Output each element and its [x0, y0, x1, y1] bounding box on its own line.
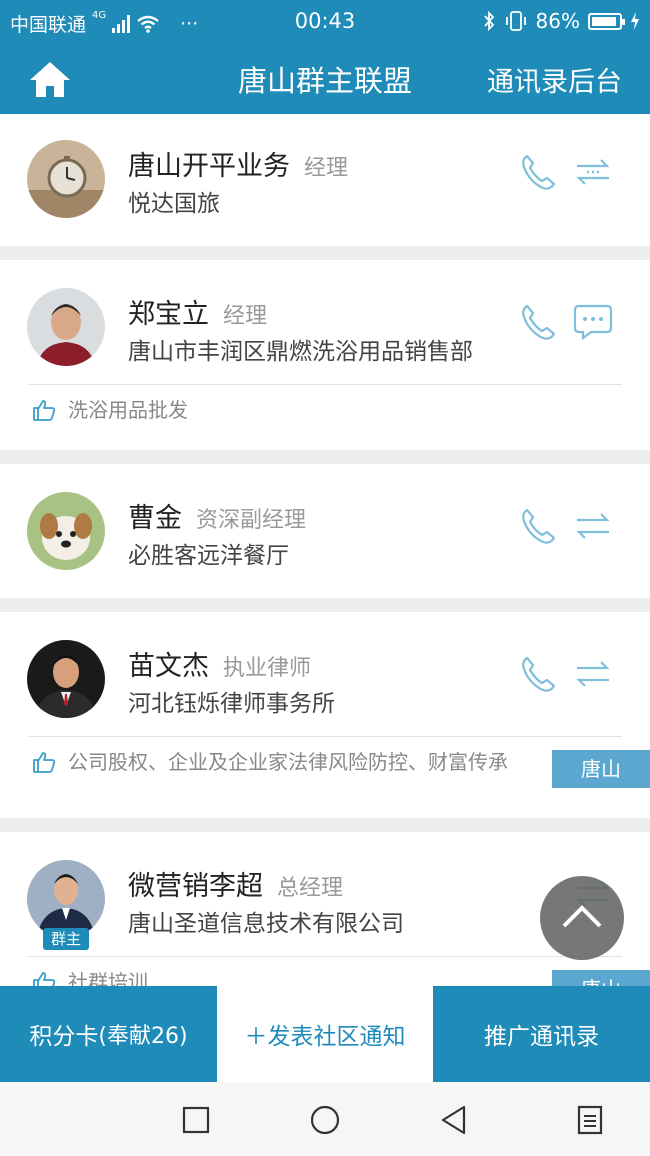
system-nav-bar [0, 1082, 650, 1156]
bottom-action-bar: 积分卡 (奉献26) ＋发表社区通知 推广通讯录 [0, 986, 650, 1082]
points-card-detail: (奉献26) [98, 1024, 188, 1049]
status-bar: 中国联通 4G ··· 00:43 86% [0, 0, 650, 44]
contact-name: 曹金 资深副经理 [128, 496, 306, 535]
contact-company: 唐山市丰润区鼎燃洗浴用品销售部 [128, 339, 473, 365]
contact-name-text: 唐山开平业务 [128, 151, 290, 182]
phone-icon[interactable] [518, 152, 558, 192]
recents-icon[interactable] [180, 1104, 212, 1136]
business-tag-text: 洗浴用品批发 [68, 398, 188, 422]
avatar [27, 492, 105, 570]
contact-name-text: 曹金 [128, 503, 182, 534]
contact-name: 郑宝立 经理 [128, 292, 267, 331]
battery-icon [588, 12, 625, 30]
phone-icon[interactable] [518, 302, 558, 342]
chevron-up-icon [562, 905, 602, 928]
contact-card[interactable]: 郑宝立 经理 唐山市丰润区鼎燃洗浴用品销售部 洗浴用品批发 [0, 260, 650, 450]
contact-name: 微营销李超 总经理 [128, 864, 343, 903]
contacts-admin-link[interactable]: 通讯录后台 [487, 60, 622, 99]
post-notice-button[interactable]: ＋发表社区通知 [217, 986, 433, 1082]
contact-name: 唐山开平业务 经理 [128, 144, 348, 183]
battery-percent: 86% [535, 9, 580, 33]
contact-company: 唐山圣道信息技术有限公司 [128, 911, 404, 937]
menu-icon[interactable] [574, 1104, 606, 1136]
bluetooth-icon [483, 11, 494, 31]
contact-role: 总经理 [277, 876, 344, 901]
chat-icon[interactable] [573, 302, 613, 342]
thumbs-up-icon [33, 972, 56, 986]
avatar [27, 860, 105, 938]
app-header: 唐山群主联盟 通讯录后台 [0, 44, 650, 114]
business-tag-text: 公司股权、企业及企业家法律风险防控、财富传承 [68, 750, 508, 774]
contact-role: 经理 [223, 304, 268, 329]
points-card-button[interactable]: 积分卡 (奉献26) [0, 986, 217, 1082]
business-tag: 洗浴用品批发 [32, 398, 543, 422]
home-nav-icon[interactable] [309, 1104, 341, 1136]
contact-card[interactable]: 曹金 资深副经理 必胜客远洋餐厅 [0, 464, 650, 598]
contact-name-text: 微营销李超 [128, 871, 263, 902]
transfer-icon[interactable] [573, 654, 613, 694]
vibrate-icon [505, 11, 526, 31]
avatar [27, 288, 105, 366]
thumbs-up-icon [33, 752, 56, 773]
divider [28, 736, 622, 737]
divider [28, 384, 622, 385]
business-tag-text: 社群培训 [68, 970, 148, 986]
contact-company: 悦达国旅 [128, 191, 220, 217]
business-tag: 社群培训 [32, 970, 543, 986]
contact-company: 河北钰烁律师事务所 [128, 691, 335, 717]
contact-name: 苗文杰 执业律师 [128, 644, 311, 683]
scroll-top-button[interactable] [540, 876, 624, 960]
back-icon[interactable] [438, 1104, 470, 1136]
city-badge: 唐山 [552, 970, 650, 986]
group-owner-badge: 群主 [43, 928, 89, 950]
points-card-label: 积分卡 [29, 1024, 99, 1050]
phone-icon[interactable] [518, 506, 558, 546]
transfer-icon[interactable] [573, 506, 613, 546]
promote-contacts-button[interactable]: 推广通讯录 [433, 986, 650, 1082]
contact-role: 执业律师 [223, 656, 312, 681]
contact-company: 必胜客远洋餐厅 [128, 543, 289, 569]
phone-icon[interactable] [518, 654, 558, 694]
transfer-icon[interactable] [573, 152, 613, 192]
thumbs-up-icon [33, 400, 56, 421]
contact-card[interactable]: 唐山开平业务 经理 悦达国旅 [0, 114, 650, 246]
contact-name-text: 郑宝立 [128, 299, 209, 330]
contact-role: 资深副经理 [196, 508, 307, 533]
city-badge: 唐山 [552, 750, 650, 788]
contact-list: 唐山开平业务 经理 悦达国旅 郑宝立 经理 唐山市丰润区鼎燃洗浴用品销售部 洗浴… [0, 114, 650, 986]
avatar [27, 140, 105, 218]
contact-role: 经理 [304, 156, 349, 181]
contact-name-text: 苗文杰 [128, 651, 209, 682]
contact-card[interactable]: 苗文杰 执业律师 河北钰烁律师事务所 公司股权、企业及企业家法律风险防控、财富传承… [0, 612, 650, 818]
business-tag: 公司股权、企业及企业家法律风险防控、财富传承 [32, 750, 543, 774]
avatar [27, 640, 105, 718]
divider [28, 956, 622, 957]
charging-icon [631, 12, 639, 30]
